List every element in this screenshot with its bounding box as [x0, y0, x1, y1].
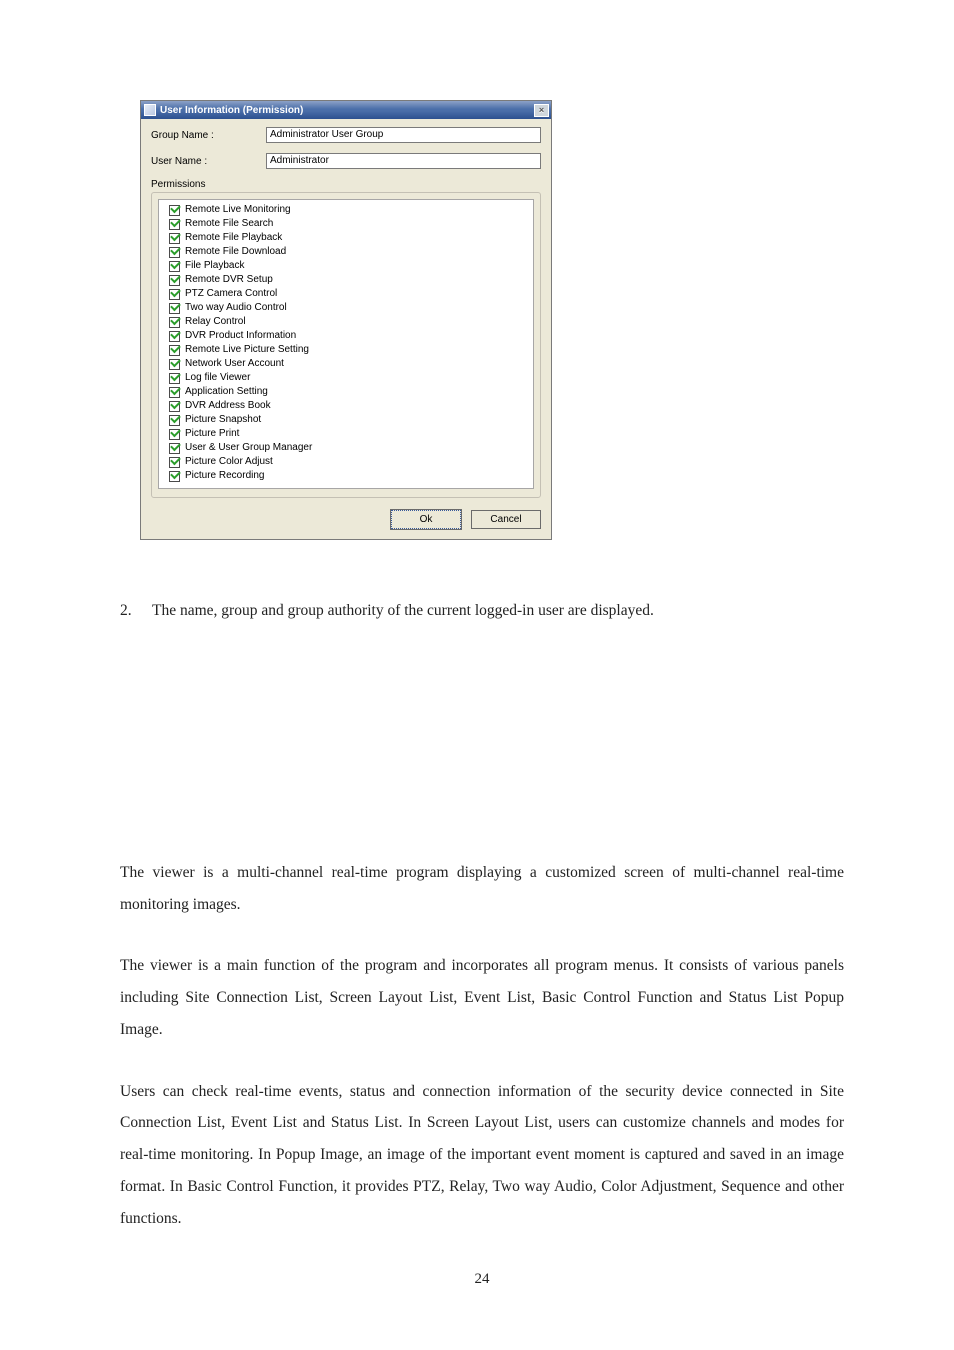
checkbox-checked-icon[interactable] [169, 387, 180, 398]
permission-item[interactable]: DVR Product Information [169, 329, 528, 343]
checkbox-checked-icon[interactable] [169, 317, 180, 328]
permission-item[interactable]: Log file Viewer [169, 371, 528, 385]
permissions-frame: Remote Live MonitoringRemote File Search… [151, 192, 541, 498]
checkbox-checked-icon[interactable] [169, 289, 180, 300]
group-name-label: Group Name : [151, 130, 266, 141]
permission-label: Remote File Playback [185, 231, 282, 245]
paragraph-3: Users can check real-time events, status… [120, 1076, 844, 1235]
permission-item[interactable]: User & User Group Manager [169, 441, 528, 455]
paragraph-2: The viewer is a main function of the pro… [120, 950, 844, 1045]
checkbox-checked-icon[interactable] [169, 275, 180, 286]
checkbox-checked-icon[interactable] [169, 345, 180, 356]
ok-button[interactable]: Ok [391, 510, 461, 529]
permission-label: File Playback [185, 259, 244, 273]
permission-label: PTZ Camera Control [185, 287, 277, 301]
checkbox-checked-icon[interactable] [169, 443, 180, 454]
permission-label: Picture Recording [185, 469, 264, 483]
permission-item[interactable]: Two way Audio Control [169, 301, 528, 315]
checkbox-checked-icon[interactable] [169, 457, 180, 468]
permission-item[interactable]: DVR Address Book [169, 399, 528, 413]
checkbox-checked-icon[interactable] [169, 471, 180, 482]
permission-item[interactable]: Picture Print [169, 427, 528, 441]
checkbox-checked-icon[interactable] [169, 331, 180, 342]
user-name-field[interactable] [266, 153, 541, 169]
permission-item[interactable]: Remote Live Picture Setting [169, 343, 528, 357]
permission-label: DVR Address Book [185, 399, 271, 413]
permission-label: Picture Color Adjust [185, 455, 273, 469]
permission-item[interactable]: Picture Color Adjust [169, 455, 528, 469]
permission-label: Log file Viewer [185, 371, 250, 385]
permission-item[interactable]: Remote DVR Setup [169, 273, 528, 287]
list-text: The name, group and group authority of t… [152, 595, 654, 627]
checkbox-checked-icon[interactable] [169, 247, 180, 258]
checkbox-checked-icon[interactable] [169, 401, 180, 412]
checkbox-checked-icon[interactable] [169, 205, 180, 216]
app-icon [144, 104, 156, 116]
dialog-title: User Information (Permission) [160, 105, 534, 116]
checkbox-checked-icon[interactable] [169, 359, 180, 370]
permission-item[interactable]: Picture Snapshot [169, 413, 528, 427]
permission-item[interactable]: Remote File Playback [169, 231, 528, 245]
permission-item[interactable]: Remote File Download [169, 245, 528, 259]
cancel-button[interactable]: Cancel [471, 510, 541, 529]
permission-label: Remote DVR Setup [185, 273, 273, 287]
permissions-caption: Permissions [151, 179, 541, 190]
permission-label: Two way Audio Control [185, 301, 287, 315]
permission-label: Remote Live Monitoring [185, 203, 291, 217]
permission-label: Picture Print [185, 427, 239, 441]
permissions-list: Remote Live MonitoringRemote File Search… [158, 199, 534, 489]
permission-label: Remote File Download [185, 245, 286, 259]
permission-label: Remote File Search [185, 217, 273, 231]
checkbox-checked-icon[interactable] [169, 261, 180, 272]
permission-label: User & User Group Manager [185, 441, 312, 455]
group-name-field[interactable] [266, 127, 541, 143]
permission-label: Relay Control [185, 315, 246, 329]
permission-item[interactable]: Picture Recording [169, 469, 528, 483]
permission-item[interactable]: Remote Live Monitoring [169, 203, 528, 217]
paragraph-1: The viewer is a multi-channel real-time … [120, 857, 844, 921]
permission-label: Remote Live Picture Setting [185, 343, 309, 357]
titlebar: User Information (Permission) × [141, 101, 551, 119]
permission-item[interactable]: Remote File Search [169, 217, 528, 231]
checkbox-checked-icon[interactable] [169, 233, 180, 244]
document-body: 2. The name, group and group authority o… [120, 595, 844, 1295]
list-number: 2. [120, 595, 138, 627]
page-number: 24 [120, 1264, 844, 1295]
checkbox-checked-icon[interactable] [169, 415, 180, 426]
permission-label: Picture Snapshot [185, 413, 261, 427]
checkbox-checked-icon[interactable] [169, 219, 180, 230]
user-info-dialog: User Information (Permission) × Group Na… [140, 100, 552, 540]
permission-item[interactable]: Network User Account [169, 357, 528, 371]
permission-item[interactable]: File Playback [169, 259, 528, 273]
close-icon[interactable]: × [534, 104, 549, 117]
dialog-screenshot: User Information (Permission) × Group Na… [140, 100, 844, 540]
permission-item[interactable]: Relay Control [169, 315, 528, 329]
user-name-label: User Name : [151, 156, 266, 167]
permission-label: DVR Product Information [185, 329, 296, 343]
permission-item[interactable]: Application Setting [169, 385, 528, 399]
permission-label: Network User Account [185, 357, 284, 371]
checkbox-checked-icon[interactable] [169, 303, 180, 314]
checkbox-checked-icon[interactable] [169, 373, 180, 384]
checkbox-checked-icon[interactable] [169, 429, 180, 440]
permission-label: Application Setting [185, 385, 268, 399]
permission-item[interactable]: PTZ Camera Control [169, 287, 528, 301]
